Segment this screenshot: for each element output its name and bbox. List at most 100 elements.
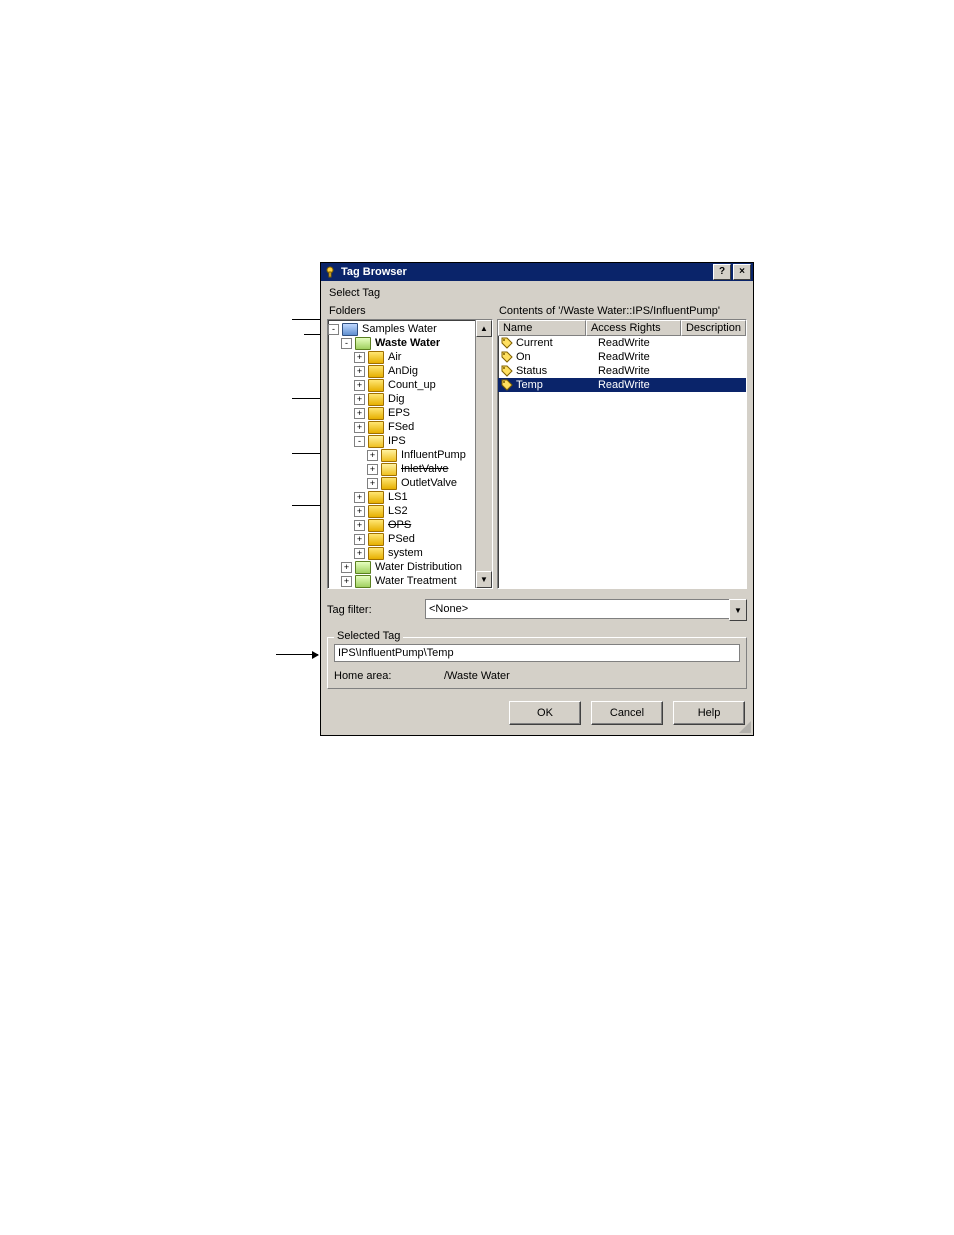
tree-node[interactable]: + OutletValve xyxy=(328,476,475,490)
tree-node-label: Dig xyxy=(387,392,406,406)
folder-icon xyxy=(368,351,384,364)
folder-icon xyxy=(368,533,384,546)
scroll-up-button[interactable]: ▲ xyxy=(476,320,492,337)
close-button[interactable]: × xyxy=(733,264,751,280)
resize-grip[interactable] xyxy=(739,721,751,733)
tree-node[interactable]: + EPS xyxy=(328,406,475,420)
expand-toggle[interactable]: + xyxy=(354,492,365,503)
tree-node[interactable]: +LS1 xyxy=(328,490,475,504)
tree-node-label: PSed xyxy=(387,532,416,546)
tag-icon xyxy=(501,379,513,391)
expand-toggle[interactable]: - xyxy=(354,436,365,447)
folder-icon xyxy=(368,519,384,532)
tag-name: Status xyxy=(516,364,594,378)
tree-node[interactable]: + PSed xyxy=(328,532,475,546)
expand-toggle[interactable]: + xyxy=(354,548,365,559)
tree-node-label: system xyxy=(387,546,424,560)
tree-node[interactable]: +InfluentPump xyxy=(328,448,475,462)
tag-icon xyxy=(501,351,513,363)
selected-tag-group: Selected Tag Home area: /Waste Water xyxy=(327,637,747,689)
tree-node[interactable]: + system xyxy=(328,546,475,560)
tree-node[interactable]: + Dig xyxy=(328,392,475,406)
tag-filter-dropdown-button[interactable]: ▼ xyxy=(729,599,747,621)
tag-row[interactable]: TempReadWrite xyxy=(498,378,746,392)
expand-toggle[interactable]: + xyxy=(354,366,365,377)
tree-node[interactable]: + AnDig xyxy=(328,364,475,378)
tree-node[interactable]: + Water Distribution xyxy=(328,560,475,574)
app-icon xyxy=(323,265,337,279)
expand-toggle[interactable]: + xyxy=(367,478,378,489)
tree-node-label: Count_up xyxy=(387,378,437,392)
help-action-button[interactable]: Help xyxy=(673,701,745,725)
tag-access-rights: ReadWrite xyxy=(594,336,683,350)
tree-node[interactable]: - Waste Water xyxy=(328,336,475,350)
home-area-label: Home area: xyxy=(334,670,444,682)
folder-icon xyxy=(342,323,358,336)
selected-tag-path[interactable] xyxy=(334,644,740,662)
tree-node-label: AnDig xyxy=(387,364,419,378)
expand-toggle[interactable]: + xyxy=(354,520,365,531)
expand-toggle[interactable]: + xyxy=(354,408,365,419)
expand-toggle[interactable]: + xyxy=(367,464,378,475)
expand-toggle[interactable]: + xyxy=(354,380,365,391)
tree-scrollbar[interactable]: ▲ ▼ xyxy=(475,320,492,588)
tag-browser-dialog: Tag Browser ? × Select Tag Folders -Samp… xyxy=(320,262,754,736)
tree-node[interactable]: + InletValve xyxy=(328,462,475,476)
expand-toggle[interactable]: + xyxy=(341,562,352,573)
tree-node-label: Water Distribution xyxy=(374,560,463,574)
expand-toggle[interactable]: + xyxy=(367,450,378,461)
tag-list[interactable]: Name Access Rights Description CurrentRe… xyxy=(497,319,747,589)
col-description[interactable]: Description xyxy=(681,320,746,336)
tree-node[interactable]: + Air xyxy=(328,350,475,364)
tree-node-label: InletValve xyxy=(400,462,450,476)
folder-tree[interactable]: -Samples Water-Waste Water+Air+AnDig+Cou… xyxy=(327,319,493,589)
expand-toggle[interactable]: + xyxy=(354,352,365,363)
col-access-rights[interactable]: Access Rights xyxy=(586,320,681,336)
tag-filter-label: Tag filter: xyxy=(327,604,417,616)
folder-icon xyxy=(368,505,384,518)
tag-filter-combo[interactable]: ▼ xyxy=(425,599,747,621)
folder-icon xyxy=(355,561,371,574)
tag-name: Current xyxy=(516,336,594,350)
tree-node[interactable]: +OPS xyxy=(328,518,475,532)
folders-label: Folders xyxy=(327,303,493,319)
tree-node-label: OutletValve xyxy=(400,476,458,490)
folder-icon xyxy=(368,421,384,434)
tag-filter-input[interactable] xyxy=(425,599,729,619)
tag-access-rights: ReadWrite xyxy=(594,378,683,392)
home-area-value: /Waste Water xyxy=(444,670,510,682)
tree-node[interactable]: + LS2 xyxy=(328,504,475,518)
tree-node-label: LS2 xyxy=(387,504,409,518)
tree-node[interactable]: +Water Treatment xyxy=(328,574,475,588)
tag-row[interactable]: StatusReadWrite xyxy=(498,364,746,378)
tree-node-label: IPS xyxy=(387,434,407,448)
expand-toggle[interactable]: - xyxy=(341,338,352,349)
col-name[interactable]: Name xyxy=(498,320,586,336)
titlebar[interactable]: Tag Browser ? × xyxy=(321,263,753,281)
expand-toggle[interactable]: - xyxy=(328,324,339,335)
help-button[interactable]: ? xyxy=(713,264,731,280)
tag-row[interactable]: CurrentReadWrite xyxy=(498,336,746,350)
expand-toggle[interactable]: + xyxy=(354,506,365,517)
tag-row[interactable]: OnReadWrite xyxy=(498,350,746,364)
scroll-down-button[interactable]: ▼ xyxy=(476,571,492,588)
tree-node[interactable]: -Samples Water xyxy=(328,322,475,336)
tag-name: Temp xyxy=(516,378,594,392)
expand-toggle[interactable]: + xyxy=(354,422,365,433)
expand-toggle[interactable]: + xyxy=(341,576,352,587)
expand-toggle[interactable]: + xyxy=(354,534,365,545)
cancel-button[interactable]: Cancel xyxy=(591,701,663,725)
folder-icon xyxy=(368,407,384,420)
tag-access-rights: ReadWrite xyxy=(594,364,683,378)
tree-node[interactable]: +FSed xyxy=(328,420,475,434)
tree-node-label: Air xyxy=(387,350,402,364)
folder-icon xyxy=(368,379,384,392)
ok-button[interactable]: OK xyxy=(509,701,581,725)
tree-node-label: Waste Water xyxy=(374,336,441,350)
tree-node-label: EPS xyxy=(387,406,411,420)
tree-node[interactable]: + Count_up xyxy=(328,378,475,392)
expand-toggle[interactable]: + xyxy=(354,394,365,405)
folder-icon xyxy=(368,491,384,504)
tree-node[interactable]: - IPS xyxy=(328,434,475,448)
folder-icon xyxy=(381,463,397,476)
